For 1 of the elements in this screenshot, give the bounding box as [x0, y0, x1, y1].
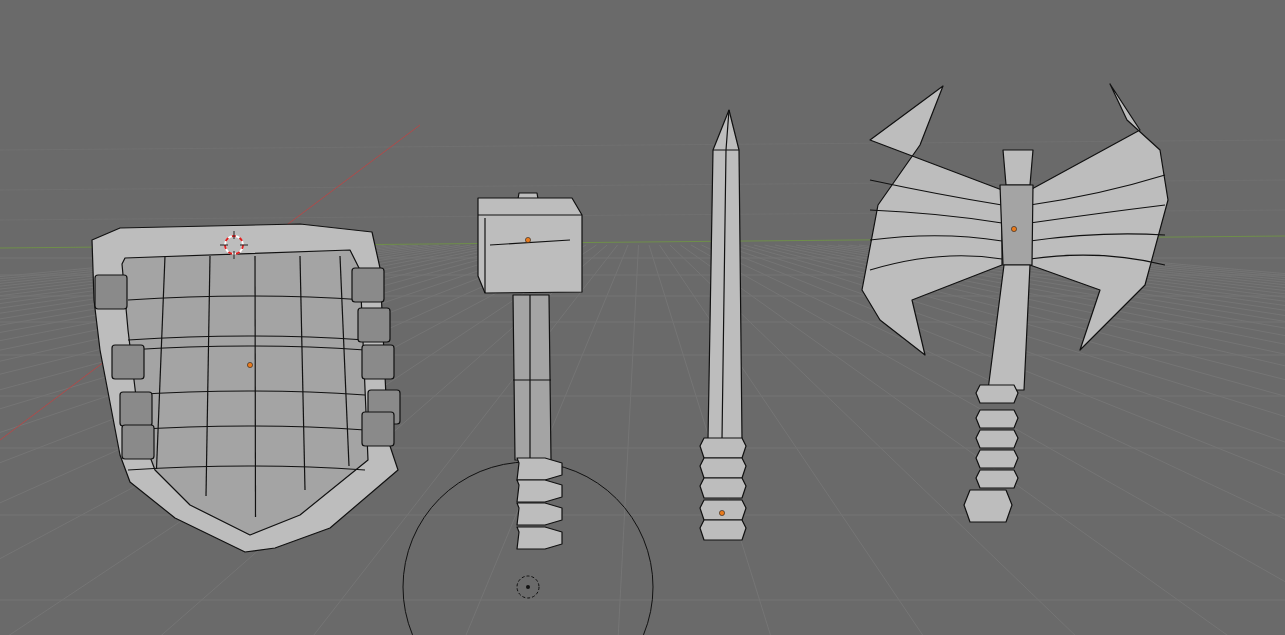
3d-cursor-icon — [219, 230, 249, 260]
